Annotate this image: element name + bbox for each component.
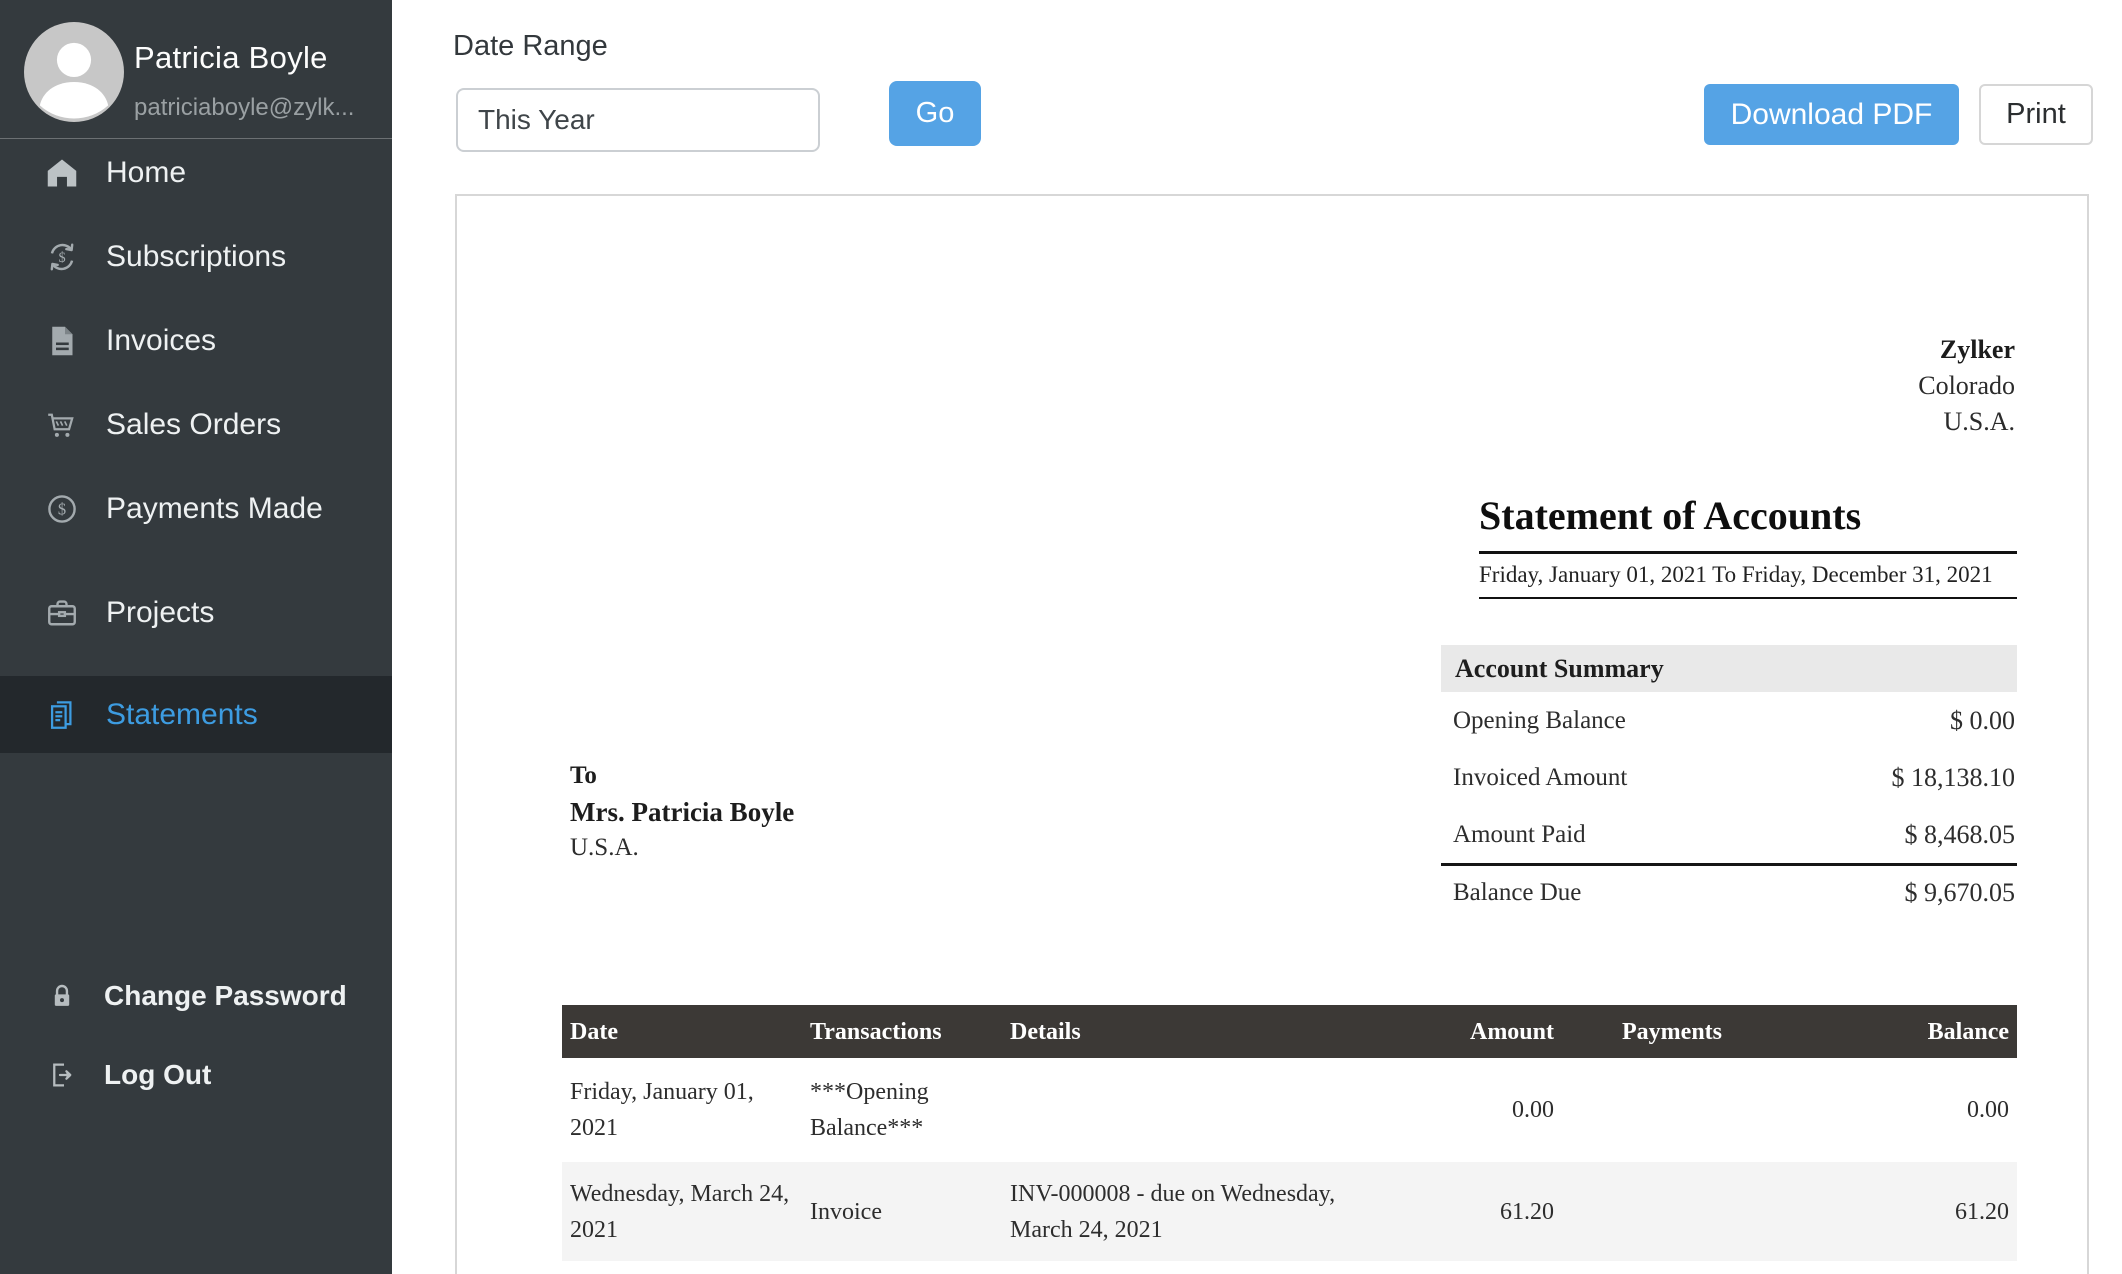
cell-details: INV-000008 - due on Wednesday, March 24,…: [1010, 1180, 1336, 1243]
sidebar-item-projects[interactable]: Projects: [0, 571, 392, 655]
statements-page: Patricia Boyle patriciaboyle@zylk... Hom…: [0, 0, 2122, 1274]
company-name: Zylker: [1939, 335, 2015, 364]
column-header-date: Date: [570, 1018, 618, 1045]
download-pdf-button[interactable]: Download PDF: [1704, 84, 1959, 145]
sidebar-item-label: Payments Made: [106, 492, 323, 525]
summary-value: $ 18,138.10: [1891, 762, 2016, 792]
column-header-balance: Balance: [1927, 1018, 2009, 1045]
balance-due-row: Balance Due $ 9,670.05: [1441, 863, 2017, 920]
summary-label: Balance Due: [1453, 879, 1582, 906]
sidebar-item-label: Subscriptions: [106, 240, 287, 273]
company-address: Zylker Colorado U.S.A.: [1918, 332, 2015, 440]
account-summary-title: Account Summary: [1441, 645, 2017, 692]
avatar: [24, 22, 124, 122]
sidebar-item-label: Statements: [106, 697, 258, 731]
recipient-block: To Mrs. Patricia Boyle U.S.A.: [570, 758, 794, 866]
cell-amount: 61.20: [1500, 1198, 1554, 1225]
svg-text:$: $: [58, 500, 66, 519]
cell-amount: 0.00: [1512, 1097, 1554, 1123]
sidebar-item-statements[interactable]: Statements: [0, 676, 392, 753]
company-country: U.S.A.: [1943, 407, 2015, 436]
sidebar-item-log-out[interactable]: Log Out: [0, 1033, 392, 1117]
go-button[interactable]: Go: [889, 81, 981, 146]
logout-icon: [46, 1059, 78, 1091]
sidebar-item-invoices[interactable]: Invoices: [0, 299, 392, 383]
cell-transaction: Invoice: [810, 1198, 882, 1225]
cell-date: Wednesday, March 24, 2021: [570, 1180, 790, 1243]
cell-balance: 61.20: [1955, 1198, 2009, 1225]
summary-value: $ 0.00: [1950, 705, 2015, 735]
statement-document: Zylker Colorado U.S.A. Statement of Acco…: [455, 194, 2089, 1274]
sidebar-item-change-password[interactable]: Change Password: [0, 954, 392, 1038]
column-header-transactions: Transactions: [810, 1018, 942, 1045]
column-header-payments: Payments: [1622, 1018, 1722, 1045]
summary-value: $ 8,468.05: [1904, 819, 2016, 849]
svg-text:$: $: [58, 250, 65, 266]
sidebar-item-label: Invoices: [106, 324, 217, 357]
summary-row: Amount Paid $ 8,468.05: [1441, 806, 2017, 863]
statements-icon: [44, 697, 80, 733]
person-icon: [39, 42, 109, 119]
projects-icon: [44, 595, 80, 631]
cell-transaction: ***Opening Balance***: [810, 1079, 929, 1141]
column-header-amount: Amount: [1469, 1018, 1554, 1045]
lock-icon: [46, 980, 78, 1012]
sidebar-item-home[interactable]: Home: [0, 131, 392, 215]
sidebar-item-label: Log Out: [104, 1059, 212, 1090]
recipient-name: Mrs. Patricia Boyle: [570, 797, 795, 827]
statement-title: Statement of Accounts: [1479, 492, 2017, 554]
table-row: Friday, January 01, 2021 ***Opening Bala…: [562, 1058, 2017, 1162]
column-header-details: Details: [1010, 1018, 1081, 1045]
user-name: Patricia Boyle: [134, 40, 328, 75]
date-range-label: Date Range: [453, 30, 608, 62]
sidebar-item-label: Sales Orders: [106, 408, 282, 441]
invoices-icon: [44, 323, 80, 359]
recipient-country: U.S.A.: [570, 834, 639, 861]
user-email: patriciaboyle@zylk...: [134, 94, 355, 121]
summary-label: Amount Paid: [1453, 820, 1586, 848]
cell-balance: 0.00: [1967, 1097, 2009, 1123]
subscriptions-icon: $: [44, 239, 80, 275]
table-row: Wednesday, March 24, 2021 Invoice INV-00…: [562, 1162, 2017, 1261]
statement-period: Friday, January 01, 2021 To Friday, Dece…: [1479, 554, 2017, 599]
to-label: To: [570, 762, 597, 789]
account-summary: Account Summary Opening Balance $ 0.00 I…: [1441, 645, 2017, 920]
summary-row: Opening Balance $ 0.00: [1441, 692, 2017, 749]
summary-label: Opening Balance: [1453, 706, 1626, 734]
sidebar-item-sales-orders[interactable]: Sales Orders: [0, 383, 392, 467]
home-icon: [44, 155, 80, 191]
sidebar-item-subscriptions[interactable]: $ Subscriptions: [0, 215, 392, 299]
statement-title-block: Statement of Accounts Friday, January 01…: [1479, 492, 2017, 599]
transactions-header-row: Date Transactions Details Amount Payment…: [562, 1005, 2017, 1058]
sidebar-item-label: Change Password: [104, 980, 347, 1011]
transactions-table: Date Transactions Details Amount Payment…: [562, 1005, 2017, 1261]
summary-row: Invoiced Amount $ 18,138.10: [1441, 749, 2017, 806]
sidebar: Patricia Boyle patriciaboyle@zylk... Hom…: [0, 0, 392, 1274]
summary-label: Invoiced Amount: [1453, 763, 1628, 791]
sidebar-item-label: Home: [106, 156, 187, 189]
company-region: Colorado: [1918, 371, 2015, 400]
date-range-input[interactable]: [456, 88, 820, 152]
summary-value: $ 9,670.05: [1904, 878, 2016, 907]
sidebar-item-label: Projects: [106, 596, 215, 629]
sales-orders-icon: [44, 407, 80, 443]
payments-made-icon: $: [44, 491, 80, 527]
sidebar-item-payments-made[interactable]: $ Payments Made: [0, 467, 392, 551]
cell-date: Friday, January 01, 2021: [570, 1079, 754, 1141]
print-button[interactable]: Print: [1979, 84, 2093, 145]
